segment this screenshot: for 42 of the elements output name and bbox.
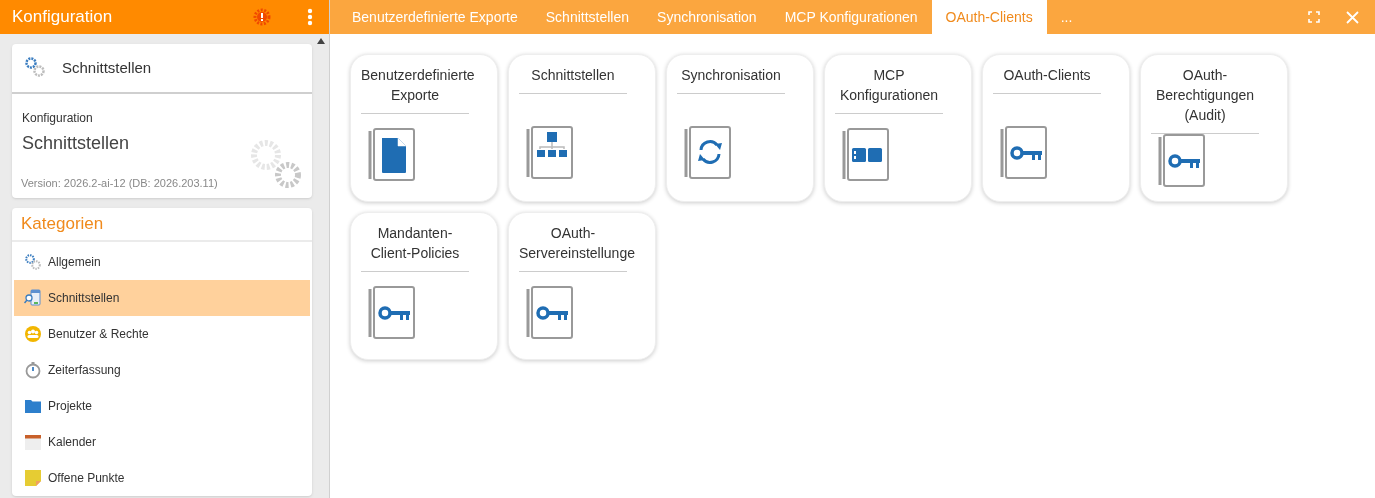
blocks-icon: [842, 128, 890, 182]
tile[interactable]: Mandanten- Client-Policies: [350, 212, 498, 360]
tile[interactable]: OAuth- Berechtigungen (Audit): [1140, 54, 1288, 202]
fullscreen-icon[interactable]: [1308, 11, 1320, 23]
section-label: Schnittstellen: [62, 57, 152, 78]
scroll-up-icon[interactable]: [317, 38, 325, 44]
close-icon[interactable]: [1346, 10, 1359, 24]
hierarchy-icon: [526, 126, 574, 180]
key-icon: [1000, 126, 1048, 180]
info-heading: Schnittstellen: [22, 132, 131, 155]
category-item[interactable]: Schnittstellen: [14, 280, 310, 316]
users-icon: [24, 325, 42, 343]
calendar-icon: [24, 433, 42, 451]
tile[interactable]: Synchronisation: [666, 54, 814, 202]
category-item[interactable]: Kalender: [14, 424, 310, 460]
gears-icon: [24, 56, 48, 80]
gears-icon: [24, 253, 42, 271]
category-item[interactable]: Benutzer & Rechte: [14, 316, 310, 352]
document-icon: [368, 128, 416, 182]
key-icon: [368, 286, 416, 340]
category-item[interactable]: Allgemein: [14, 244, 310, 280]
tile[interactable]: Schnittstellen: [508, 54, 656, 202]
document-search-icon: [24, 289, 42, 307]
info-caption: Konfiguration: [22, 110, 94, 127]
version-text: Version: 2026.2-ai-12 (DB: 2026.203.11): [21, 175, 218, 191]
tile[interactable]: Benutzerdefinierte Exporte: [350, 54, 498, 202]
key-icon: [526, 286, 574, 340]
category-item[interactable]: Offene Punkte: [14, 460, 310, 496]
sticky-note-icon: [24, 469, 42, 487]
folder-icon: [24, 397, 42, 415]
panel-title: Konfiguration: [12, 6, 114, 29]
more-menu-icon[interactable]: [307, 8, 313, 26]
categories-heading: Kategorien: [12, 208, 312, 242]
category-item[interactable]: Zeiterfassung: [14, 352, 310, 388]
tile[interactable]: OAuth-Clients: [982, 54, 1130, 202]
key-icon: [1158, 134, 1206, 188]
sync-icon: [684, 126, 732, 180]
tile[interactable]: OAuth- Servereinstellunge: [508, 212, 656, 360]
stopwatch-icon: [24, 361, 42, 379]
alert-gear-icon[interactable]: [253, 8, 271, 26]
category-item[interactable]: Projekte: [14, 388, 310, 424]
tile[interactable]: MCP Konfigurationen: [824, 54, 972, 202]
